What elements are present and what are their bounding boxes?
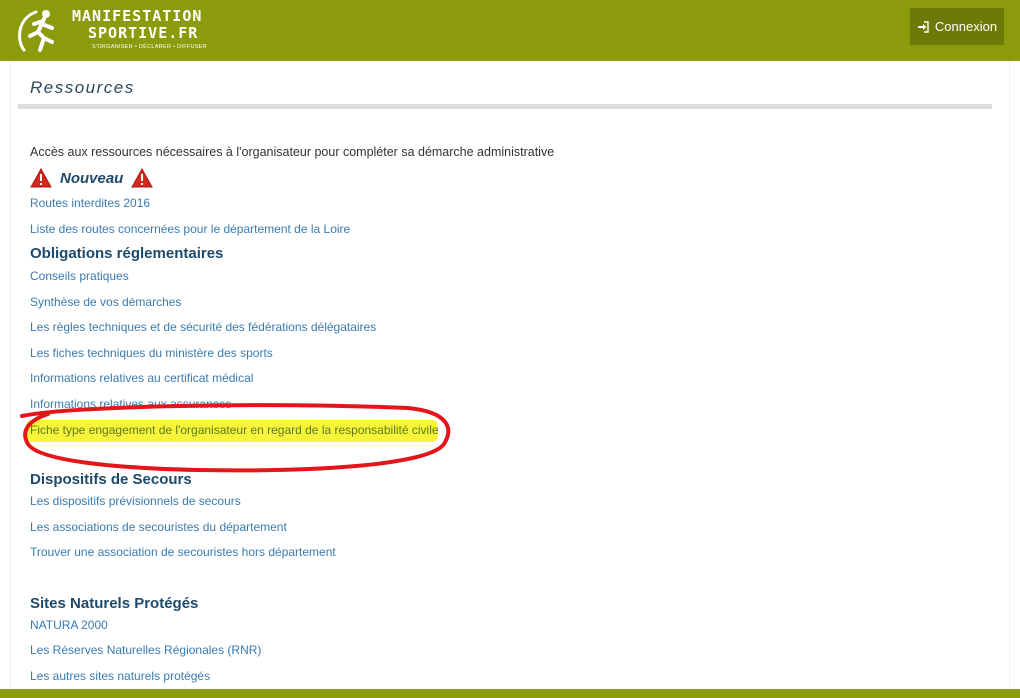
logo-tagline: S'ORGANISER • DÉCLARER • DIFFUSER xyxy=(92,44,208,50)
site-logo[interactable]: MANIFESTATION SPORTIVE.FR S'ORGANISER • … xyxy=(8,4,207,56)
nouveau-label: Nouveau xyxy=(60,169,124,187)
link-certificat-medical[interactable]: Informations relatives au certificat méd… xyxy=(30,371,253,385)
warning-icon xyxy=(131,168,154,188)
top-navbar: MANIFESTATION SPORTIVE.FR S'ORGANISER • … xyxy=(0,0,1020,61)
sign-in-icon xyxy=(917,20,929,33)
link-assurances[interactable]: Informations relatives aux assurances xyxy=(30,397,231,411)
nouveau-heading: Nouveau xyxy=(30,166,154,190)
title-divider xyxy=(18,104,992,109)
link-secouristes-hors-departement[interactable]: Trouver une association de secouristes h… xyxy=(30,545,336,559)
link-autres-sites[interactable]: Les autres sites naturels protégés xyxy=(30,669,210,683)
section-title-sites: Sites Naturels Protégés xyxy=(30,595,199,612)
logo-text-line1: MANIFESTATION xyxy=(72,7,203,25)
warning-icon xyxy=(30,168,52,188)
logo-text-line2: SPORTIVE.FR xyxy=(88,24,199,42)
link-dispositifs-previsionnels[interactable]: Les dispositifs prévisionnels de secours xyxy=(30,494,241,508)
section-title-secours: Dispositifs de Secours xyxy=(30,471,192,488)
footer-bar xyxy=(0,689,1020,698)
link-regles-techniques[interactable]: Les règles techniques et de sécurité des… xyxy=(30,320,376,334)
link-natura-2000[interactable]: NATURA 2000 xyxy=(30,618,108,632)
intro-text: Accès aux ressources nécessaires à l'org… xyxy=(30,145,555,159)
page-title: Ressources xyxy=(30,78,135,97)
link-fiches-techniques[interactable]: Les fiches techniques du ministère des s… xyxy=(30,346,273,360)
login-button[interactable]: Connexion xyxy=(910,8,1004,45)
login-label: Connexion xyxy=(934,19,998,34)
link-routes-loire[interactable]: Liste des routes concernées pour le dépa… xyxy=(30,222,350,236)
link-synthese-demarches[interactable]: Synthèse de vos démarches xyxy=(30,295,181,309)
link-conseils-pratiques[interactable]: Conseils pratiques xyxy=(30,269,129,283)
section-title-obligations: Obligations réglementaires xyxy=(30,245,224,262)
runner-logo-icon xyxy=(18,10,54,52)
link-routes-interdites[interactable]: Routes interdites 2016 xyxy=(30,196,150,210)
link-fiche-engagement[interactable]: Fiche type engagement de l'organisateur … xyxy=(30,423,439,437)
link-associations-secouristes[interactable]: Les associations de secouristes du dépar… xyxy=(30,520,287,534)
link-reserves-naturelles[interactable]: Les Réserves Naturelles Régionales (RNR) xyxy=(30,643,261,657)
